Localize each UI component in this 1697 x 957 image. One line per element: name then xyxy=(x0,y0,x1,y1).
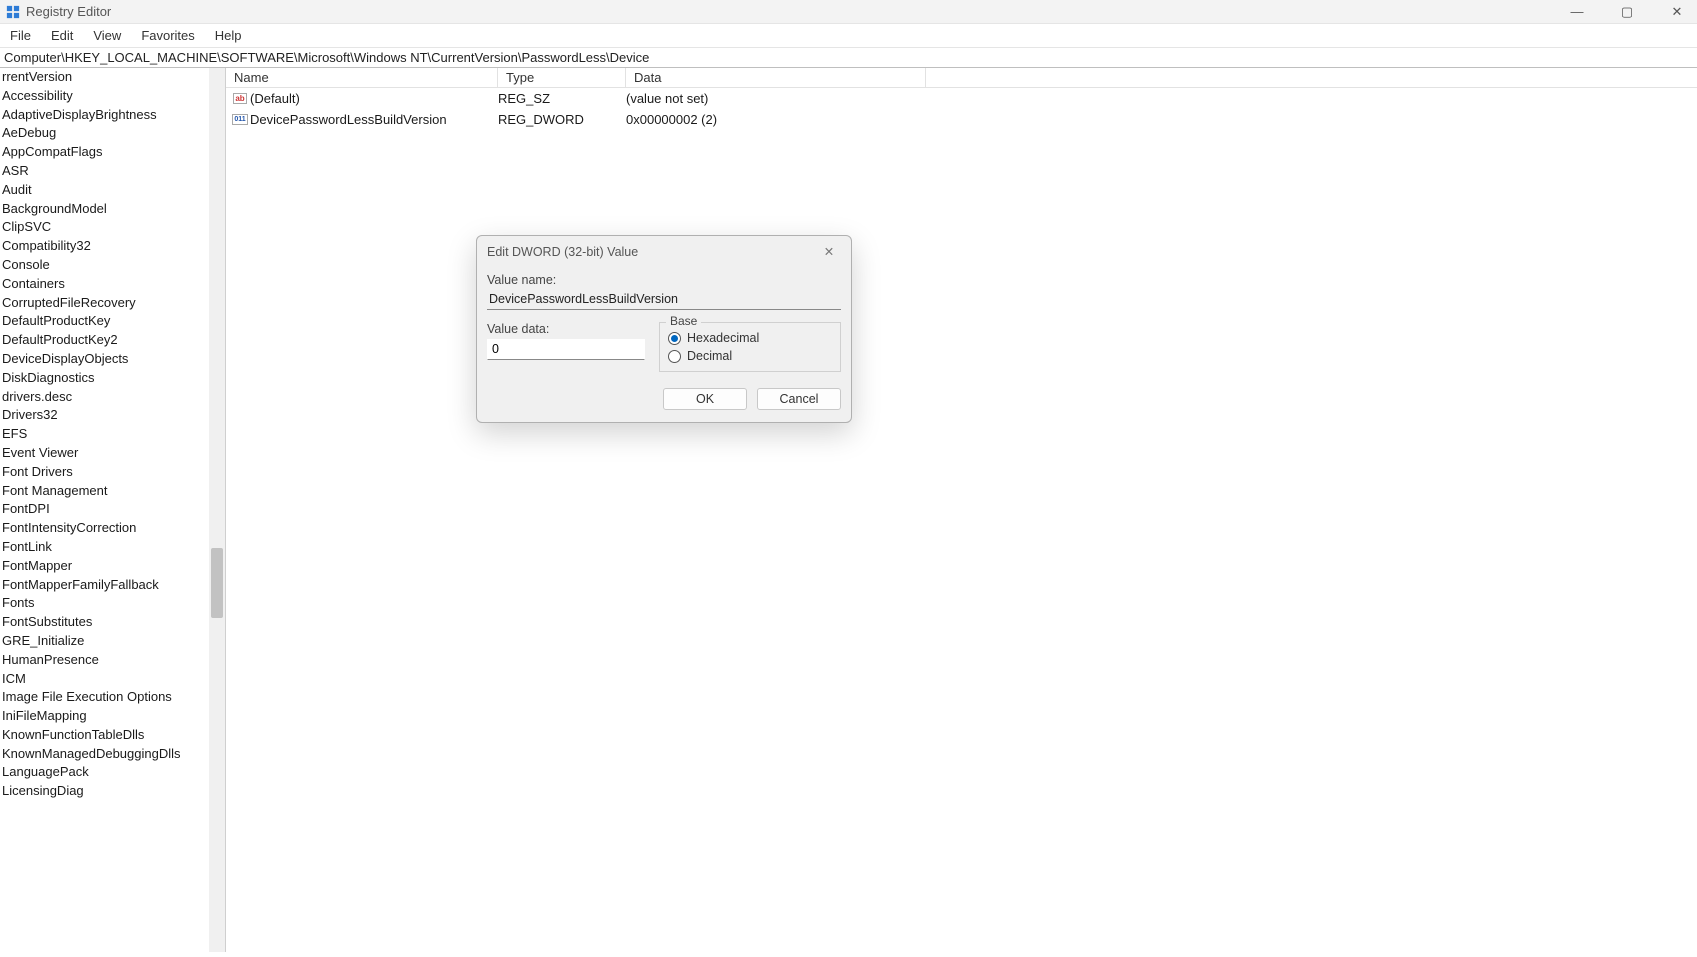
values-pane: Name Type Data (Default)REG_SZ(value not… xyxy=(226,68,1697,952)
tree-item[interactable]: DefaultProductKey2 xyxy=(0,331,225,350)
tree-item[interactable]: KnownFunctionTableDlls xyxy=(0,726,225,745)
tree-item[interactable]: GRE_Initialize xyxy=(0,632,225,651)
value-data: 0x00000002 (2) xyxy=(626,112,717,127)
value-row[interactable]: (Default)REG_SZ(value not set) xyxy=(226,88,1697,109)
menu-help[interactable]: Help xyxy=(215,28,242,43)
tree-item[interactable]: DiskDiagnostics xyxy=(0,369,225,388)
value-type: REG_SZ xyxy=(498,91,626,106)
value-row[interactable]: DevicePasswordLessBuildVersionREG_DWORD0… xyxy=(226,109,1697,130)
regedit-icon xyxy=(6,5,20,19)
tree-item[interactable]: FontIntensityCorrection xyxy=(0,519,225,538)
tree-item[interactable]: KnownManagedDebuggingDlls xyxy=(0,745,225,764)
menu-favorites[interactable]: Favorites xyxy=(141,28,194,43)
col-header-name[interactable]: Name xyxy=(226,68,498,87)
reg-dword-icon xyxy=(232,112,248,128)
tree-item[interactable]: ICM xyxy=(0,670,225,689)
radio-dec-label: Decimal xyxy=(687,349,732,363)
tree-item[interactable]: FontSubstitutes xyxy=(0,613,225,632)
tree-item[interactable]: Fonts xyxy=(0,594,225,613)
scrollbar[interactable] xyxy=(209,68,225,952)
tree-pane: rrentVersionAccessibilityAdaptiveDisplay… xyxy=(0,68,226,952)
ok-button[interactable]: OK xyxy=(663,388,747,410)
tree-item[interactable]: Accessibility xyxy=(0,87,225,106)
value-name: (Default) xyxy=(250,91,498,106)
menu-edit[interactable]: Edit xyxy=(51,28,73,43)
tree-item[interactable]: Image File Execution Options xyxy=(0,688,225,707)
tree-item[interactable]: rrentVersion xyxy=(0,68,225,87)
value-type: REG_DWORD xyxy=(498,112,626,127)
tree-item[interactable]: FontMapperFamilyFallback xyxy=(0,576,225,595)
tree-item[interactable]: ClipSVC xyxy=(0,218,225,237)
menu-view[interactable]: View xyxy=(93,28,121,43)
tree-item[interactable]: Event Viewer xyxy=(0,444,225,463)
tree-item[interactable]: FontDPI xyxy=(0,500,225,519)
tree-item[interactable]: Font Drivers xyxy=(0,463,225,482)
values-header: Name Type Data xyxy=(226,68,1697,88)
radio-dot-icon xyxy=(668,332,681,345)
radio-hexadecimal[interactable]: Hexadecimal xyxy=(668,331,832,345)
tree-item[interactable]: LanguagePack xyxy=(0,763,225,782)
value-data-label: Value data: xyxy=(487,322,645,336)
tree-item[interactable]: EFS xyxy=(0,425,225,444)
tree-item[interactable]: AdaptiveDisplayBrightness xyxy=(0,106,225,125)
close-button[interactable]: ✕ xyxy=(1663,4,1691,20)
reg-sz-icon xyxy=(232,91,248,107)
value-data: (value not set) xyxy=(626,91,708,106)
tree-item[interactable]: Audit xyxy=(0,181,225,200)
tree-item[interactable]: HumanPresence xyxy=(0,651,225,670)
titlebar: Registry Editor — ▢ ✕ xyxy=(0,0,1697,24)
tree-item[interactable]: FontMapper xyxy=(0,557,225,576)
col-header-data[interactable]: Data xyxy=(626,68,926,87)
tree-item[interactable]: DeviceDisplayObjects xyxy=(0,350,225,369)
value-name-label: Value name: xyxy=(487,273,841,287)
tree-item[interactable]: CorruptedFileRecovery xyxy=(0,294,225,313)
base-legend: Base xyxy=(666,314,701,328)
window-title: Registry Editor xyxy=(26,4,111,19)
dialog-title: Edit DWORD (32-bit) Value xyxy=(487,245,817,259)
tree-item[interactable]: Drivers32 xyxy=(0,406,225,425)
tree-item[interactable]: BackgroundModel xyxy=(0,200,225,219)
scrollbar-thumb[interactable] xyxy=(211,548,223,618)
value-data-field[interactable] xyxy=(487,339,645,360)
tree-list: rrentVersionAccessibilityAdaptiveDisplay… xyxy=(0,68,225,801)
tree-item[interactable]: Compatibility32 xyxy=(0,237,225,256)
body: rrentVersionAccessibilityAdaptiveDisplay… xyxy=(0,68,1697,952)
base-group: Base Hexadecimal Decimal xyxy=(659,322,841,372)
tree-item[interactable]: AppCompatFlags xyxy=(0,143,225,162)
dialog-titlebar: Edit DWORD (32-bit) Value ✕ xyxy=(477,236,851,267)
minimize-button[interactable]: — xyxy=(1563,4,1591,19)
tree-item[interactable]: Console xyxy=(0,256,225,275)
cancel-button[interactable]: Cancel xyxy=(757,388,841,410)
radio-empty-icon xyxy=(668,350,681,363)
radio-decimal[interactable]: Decimal xyxy=(668,349,832,363)
radio-hex-label: Hexadecimal xyxy=(687,331,759,345)
dialog-close-button[interactable]: ✕ xyxy=(817,244,841,259)
tree-item[interactable]: LicensingDiag xyxy=(0,782,225,801)
tree-item[interactable]: IniFileMapping xyxy=(0,707,225,726)
value-name-field[interactable] xyxy=(487,290,841,310)
menu-file[interactable]: File xyxy=(10,28,31,43)
tree-item[interactable]: DefaultProductKey xyxy=(0,312,225,331)
menubar: File Edit View Favorites Help xyxy=(0,24,1697,48)
values-rows: (Default)REG_SZ(value not set)DevicePass… xyxy=(226,88,1697,130)
tree-item[interactable]: FontLink xyxy=(0,538,225,557)
window-controls: — ▢ ✕ xyxy=(1563,4,1691,20)
tree-item[interactable]: ASR xyxy=(0,162,225,181)
tree-item[interactable]: drivers.desc xyxy=(0,388,225,407)
address-bar[interactable]: Computer\HKEY_LOCAL_MACHINE\SOFTWARE\Mic… xyxy=(0,48,1697,68)
tree-item[interactable]: AeDebug xyxy=(0,124,225,143)
col-header-type[interactable]: Type xyxy=(498,68,626,87)
value-name: DevicePasswordLessBuildVersion xyxy=(250,112,498,127)
tree-item[interactable]: Containers xyxy=(0,275,225,294)
edit-dword-dialog: Edit DWORD (32-bit) Value ✕ Value name: … xyxy=(476,235,852,423)
tree-item[interactable]: Font Management xyxy=(0,482,225,501)
maximize-button[interactable]: ▢ xyxy=(1613,4,1641,20)
